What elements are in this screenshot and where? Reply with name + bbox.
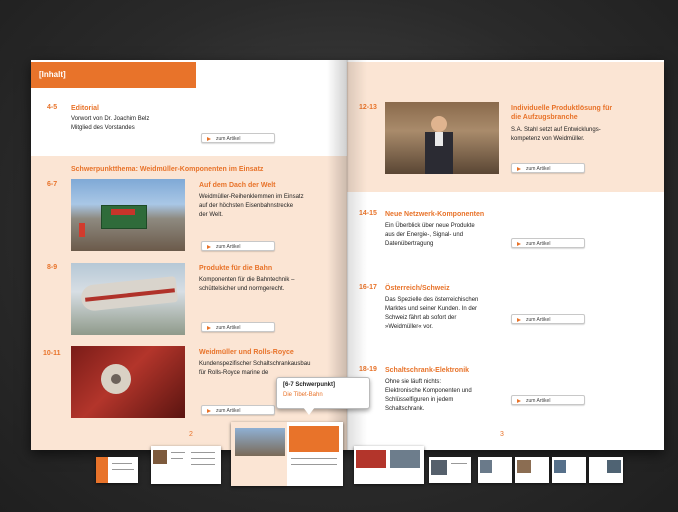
article-text: Das Spezielle des österreichischen Markt… xyxy=(385,297,479,330)
train-tibet-photo xyxy=(71,179,185,251)
article-title: Neue Netzwerk-Komponenten xyxy=(385,211,485,218)
propeller-photo xyxy=(71,346,185,418)
page-thumbnail-strip xyxy=(0,422,678,486)
zum-artikel-button[interactable]: zum Artikel xyxy=(201,405,275,415)
page-thumbnail-active[interactable] xyxy=(231,422,343,486)
zum-artikel-button[interactable]: zum Artikel xyxy=(511,163,585,173)
article-title: Schaltschrank-Elektronik xyxy=(385,367,470,374)
arrow-right-icon xyxy=(207,245,211,249)
article-text: Vorwort von Dr. Joachim Belz Mitglied de… xyxy=(71,116,150,131)
page-thumbnail[interactable] xyxy=(589,457,623,483)
arrow-right-icon xyxy=(517,167,521,171)
article-number: 4-5 xyxy=(47,104,58,111)
zum-artikel-button[interactable]: zum Artikel xyxy=(511,395,585,405)
article-title: Weidmüller und Rolls-Royce xyxy=(199,349,294,356)
contents-header: [Inhalt] xyxy=(31,62,196,88)
page-thumbnail[interactable] xyxy=(151,446,221,484)
page-thumbnail[interactable] xyxy=(429,457,471,483)
article-text: S.A. Stahl setzt auf Entwicklungs- kompe… xyxy=(511,127,601,142)
article-title: Österreich/Schweiz xyxy=(385,285,450,292)
page-number: 3 xyxy=(500,431,504,438)
section-title: Schwerpunktthema: Weidmüller-Komponenten… xyxy=(71,166,264,173)
page-number: 2 xyxy=(189,431,193,438)
arrow-right-icon xyxy=(517,318,521,322)
arrow-right-icon xyxy=(517,242,521,246)
article-title: Produkte für die Bahn xyxy=(199,265,273,272)
article-title: Individuelle Produktlösung für die Aufzu… xyxy=(511,105,613,121)
train-product-photo xyxy=(71,263,185,335)
elevator-photo xyxy=(385,102,499,174)
article-number: 10-11 xyxy=(43,350,61,357)
article-number: 18-19 xyxy=(359,366,377,373)
tooltip-pointer xyxy=(303,407,315,415)
thumbnail-tooltip: [6-7 Schwerpunkt] Die Tibet-Bahn xyxy=(276,377,370,415)
article-text: Kundenspezifischer Schaltschrankausbau f… xyxy=(199,361,311,376)
right-page: 12-13 Individuelle Produktlösung für die… xyxy=(347,60,664,450)
article-title: Editorial xyxy=(71,105,100,112)
article-text: Komponenten für die Bahntechnik – schütt… xyxy=(199,277,295,292)
page-thumbnail[interactable] xyxy=(552,457,586,483)
zum-artikel-button[interactable]: zum Artikel xyxy=(201,241,275,251)
article-title: Auf dem Dach der Welt xyxy=(199,182,276,189)
article-number: 12-13 xyxy=(359,104,377,111)
article-number: 14-15 xyxy=(359,210,377,217)
article-number: 8-9 xyxy=(47,264,58,271)
tooltip-title: [6-7 Schwerpunkt] xyxy=(283,382,336,388)
zum-artikel-button[interactable]: zum Artikel xyxy=(511,314,585,324)
tooltip-subtitle: Die Tibet-Bahn xyxy=(283,392,323,398)
arrow-right-icon xyxy=(207,409,211,413)
zum-artikel-button[interactable]: zum Artikel xyxy=(511,238,585,248)
page-thumbnail[interactable] xyxy=(354,446,424,484)
article-text: Ohne sie läuft nichts: Elektronische Kom… xyxy=(385,379,472,412)
article-number: 16-17 xyxy=(359,284,377,291)
page-thumbnail[interactable] xyxy=(478,457,512,483)
arrow-right-icon xyxy=(207,326,211,330)
page-thumbnail[interactable] xyxy=(96,457,138,483)
zum-artikel-button[interactable]: zum Artikel xyxy=(201,133,275,143)
article-number: 6-7 xyxy=(47,181,58,188)
article-text: Ein Überblick über neue Produkte aus der… xyxy=(385,223,475,247)
arrow-right-icon xyxy=(517,399,521,403)
arrow-right-icon xyxy=(207,137,211,141)
zum-artikel-button[interactable]: zum Artikel xyxy=(201,322,275,332)
page-thumbnail[interactable] xyxy=(515,457,549,483)
article-text: Weidmüller-Reihenklemmen im Einsatz auf … xyxy=(199,194,304,218)
